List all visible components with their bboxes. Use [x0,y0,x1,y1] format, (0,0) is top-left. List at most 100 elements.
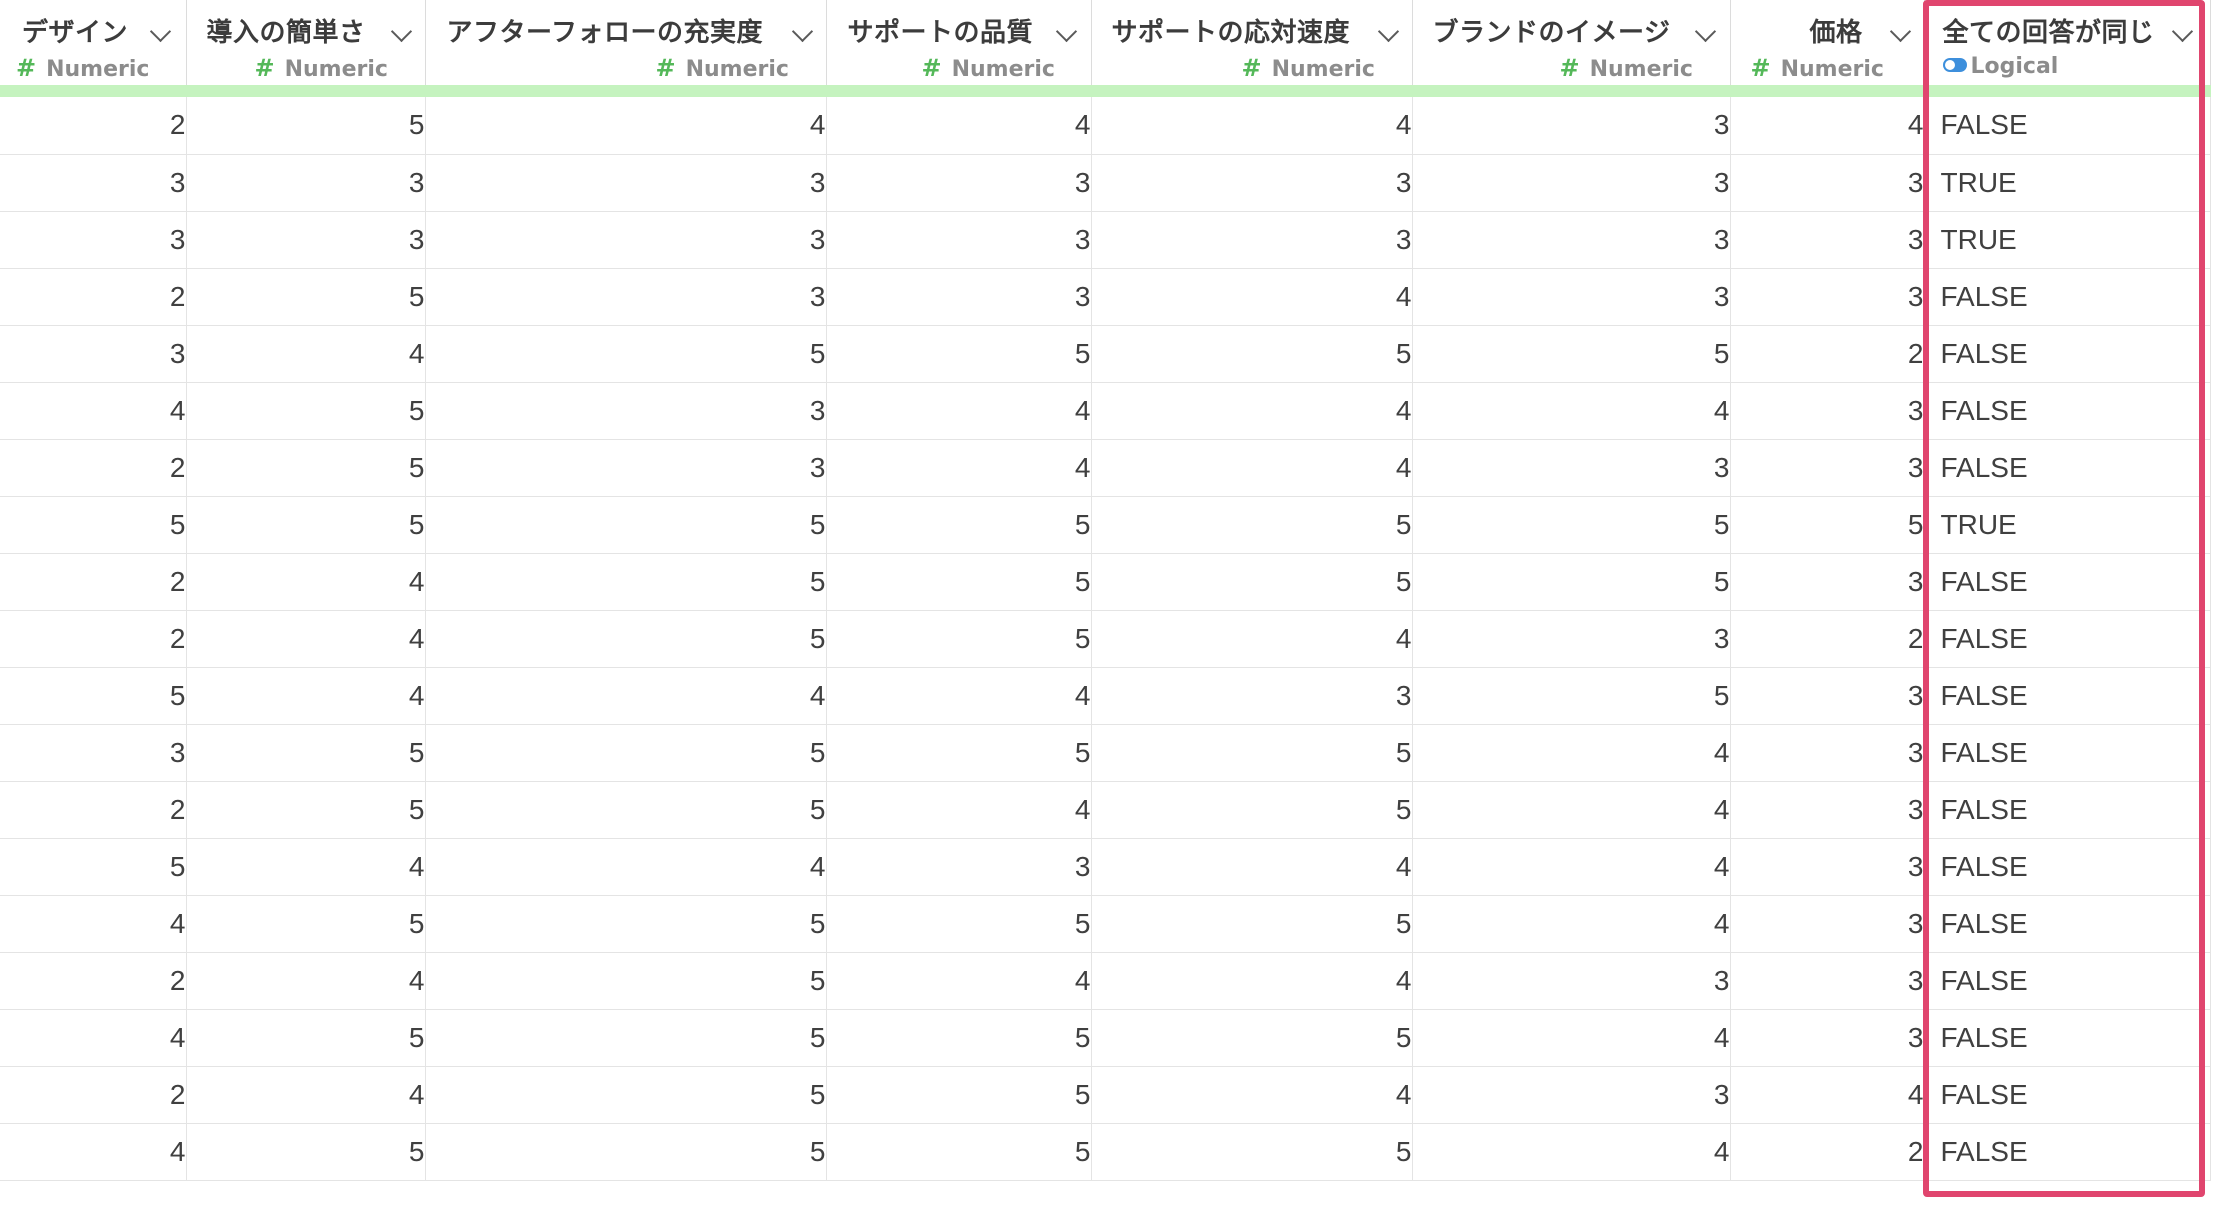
column-header-design[interactable]: デザイン # Numeric [0,0,187,85]
table-cell[interactable]: 4 [1412,382,1731,440]
table-cell[interactable]: 4 [186,838,426,896]
table-cell[interactable]: 5 [186,496,426,554]
table-row[interactable]: 3 5 5 5 5 4 3 FALSE [0,724,2211,782]
table-cell[interactable]: 4 [186,1066,426,1124]
table-row[interactable]: 4 5 5 5 5 4 3 FALSE [0,1009,2211,1067]
table-cell[interactable]: 5 [186,724,426,782]
table-cell[interactable]: 5 [1091,895,1413,953]
table-cell[interactable]: 3 [1730,382,1925,440]
table-cell[interactable]: 5 [186,439,426,497]
table-cell[interactable]: FALSE [1924,667,2211,725]
table-cell[interactable]: 3 [826,268,1092,326]
table-cell[interactable]: 2 [1730,1123,1925,1181]
table-row[interactable]: 4 5 5 5 5 4 3 FALSE [0,895,2211,953]
table-cell[interactable]: 5 [425,553,827,611]
table-cell[interactable]: 5 [0,838,187,896]
table-cell[interactable]: 4 [186,667,426,725]
table-cell[interactable]: 3 [1412,952,1731,1010]
table-cell[interactable]: 3 [0,211,187,269]
table-cell[interactable]: 3 [1412,97,1731,155]
table-cell[interactable]: 3 [186,154,426,212]
table-cell[interactable]: 4 [425,667,827,725]
table-cell[interactable]: 2 [1730,325,1925,383]
table-cell[interactable]: 4 [186,325,426,383]
table-cell[interactable]: FALSE [1924,838,2211,896]
table-cell[interactable]: 5 [1091,1009,1413,1067]
table-cell[interactable]: 5 [1412,667,1731,725]
table-cell[interactable]: TRUE [1924,211,2211,269]
table-cell[interactable]: 5 [826,724,1092,782]
table-cell[interactable]: 4 [1412,781,1731,839]
column-header-brand-image[interactable]: ブランドのイメージ # Numeric [1412,0,1731,85]
table-row[interactable]: 2 4 5 4 4 3 3 FALSE [0,952,2211,1010]
table-cell[interactable]: 5 [186,1123,426,1181]
table-cell[interactable]: 3 [1730,553,1925,611]
table-cell[interactable]: 3 [186,211,426,269]
table-cell[interactable]: 3 [1730,838,1925,896]
table-row[interactable]: 4 5 3 4 4 4 3 FALSE [0,382,2211,440]
table-cell[interactable]: 3 [0,325,187,383]
table-cell[interactable]: 4 [826,439,1092,497]
table-cell[interactable]: 5 [425,952,827,1010]
table-cell[interactable]: 4 [1091,268,1413,326]
column-header-ease-of-introduction[interactable]: 導入の簡単さ # Numeric [186,0,426,85]
table-cell[interactable]: FALSE [1924,610,2211,668]
table-cell[interactable]: 3 [425,154,827,212]
table-cell[interactable]: TRUE [1924,496,2211,554]
column-header-after-follow[interactable]: アフターフォローの充実度 # Numeric [425,0,827,85]
table-cell[interactable]: 3 [1412,610,1731,668]
table-cell[interactable]: 5 [826,610,1092,668]
table-cell[interactable]: 3 [1412,439,1731,497]
table-cell[interactable]: 4 [1091,1066,1413,1124]
table-cell[interactable]: 5 [425,781,827,839]
table-cell[interactable]: 5 [1412,553,1731,611]
table-cell[interactable]: FALSE [1924,724,2211,782]
table-cell[interactable]: 4 [1412,1009,1731,1067]
table-cell[interactable]: 4 [1412,724,1731,782]
table-cell[interactable]: 4 [186,952,426,1010]
table-cell[interactable]: 5 [826,1066,1092,1124]
table-cell[interactable]: 3 [826,211,1092,269]
table-cell[interactable]: 3 [1091,211,1413,269]
table-cell[interactable]: 5 [1412,325,1731,383]
table-cell[interactable]: 5 [1412,496,1731,554]
table-cell[interactable]: 5 [425,1066,827,1124]
chevron-down-icon[interactable] [390,20,412,43]
table-cell[interactable]: 4 [0,382,187,440]
table-cell[interactable]: 5 [1091,1123,1413,1181]
table-cell[interactable]: 3 [1730,895,1925,953]
table-cell[interactable]: 3 [425,211,827,269]
table-row[interactable]: 2 5 4 4 4 3 4 FALSE [0,97,2211,155]
table-cell[interactable]: 5 [186,268,426,326]
chevron-down-icon[interactable] [1055,20,1077,43]
table-cell[interactable]: 5 [826,325,1092,383]
table-cell[interactable]: 3 [1730,667,1925,725]
table-cell[interactable]: FALSE [1924,1009,2211,1067]
table-cell[interactable]: 3 [425,382,827,440]
table-cell[interactable]: 3 [1730,154,1925,212]
table-cell[interactable]: 4 [1412,1123,1731,1181]
table-cell[interactable]: 5 [425,895,827,953]
table-cell[interactable]: 4 [826,781,1092,839]
table-cell[interactable]: 5 [826,1009,1092,1067]
table-cell[interactable]: 5 [1730,496,1925,554]
table-cell[interactable]: 5 [826,553,1092,611]
chevron-down-icon[interactable] [149,20,172,43]
table-cell[interactable]: 5 [1091,325,1413,383]
table-cell[interactable]: FALSE [1924,382,2211,440]
table-cell[interactable]: 4 [425,838,827,896]
table-cell[interactable]: 2 [0,268,187,326]
table-cell[interactable]: FALSE [1924,1066,2211,1124]
table-cell[interactable]: 3 [1412,154,1731,212]
column-header-support-quality[interactable]: サポートの品質 # Numeric [826,0,1092,85]
table-cell[interactable]: FALSE [1924,1123,2211,1181]
table-cell[interactable]: 4 [1412,838,1731,896]
table-row[interactable]: 2 5 3 4 4 3 3 FALSE [0,439,2211,497]
table-cell[interactable]: 3 [1730,781,1925,839]
table-cell[interactable]: 5 [186,1009,426,1067]
table-cell[interactable]: 3 [1091,154,1413,212]
table-cell[interactable]: 5 [186,895,426,953]
table-cell[interactable]: 4 [1091,439,1413,497]
column-header-all-answers-same[interactable]: 全ての回答が同じ Logical [1924,0,2211,85]
table-row[interactable]: 2 5 5 4 5 4 3 FALSE [0,781,2211,839]
